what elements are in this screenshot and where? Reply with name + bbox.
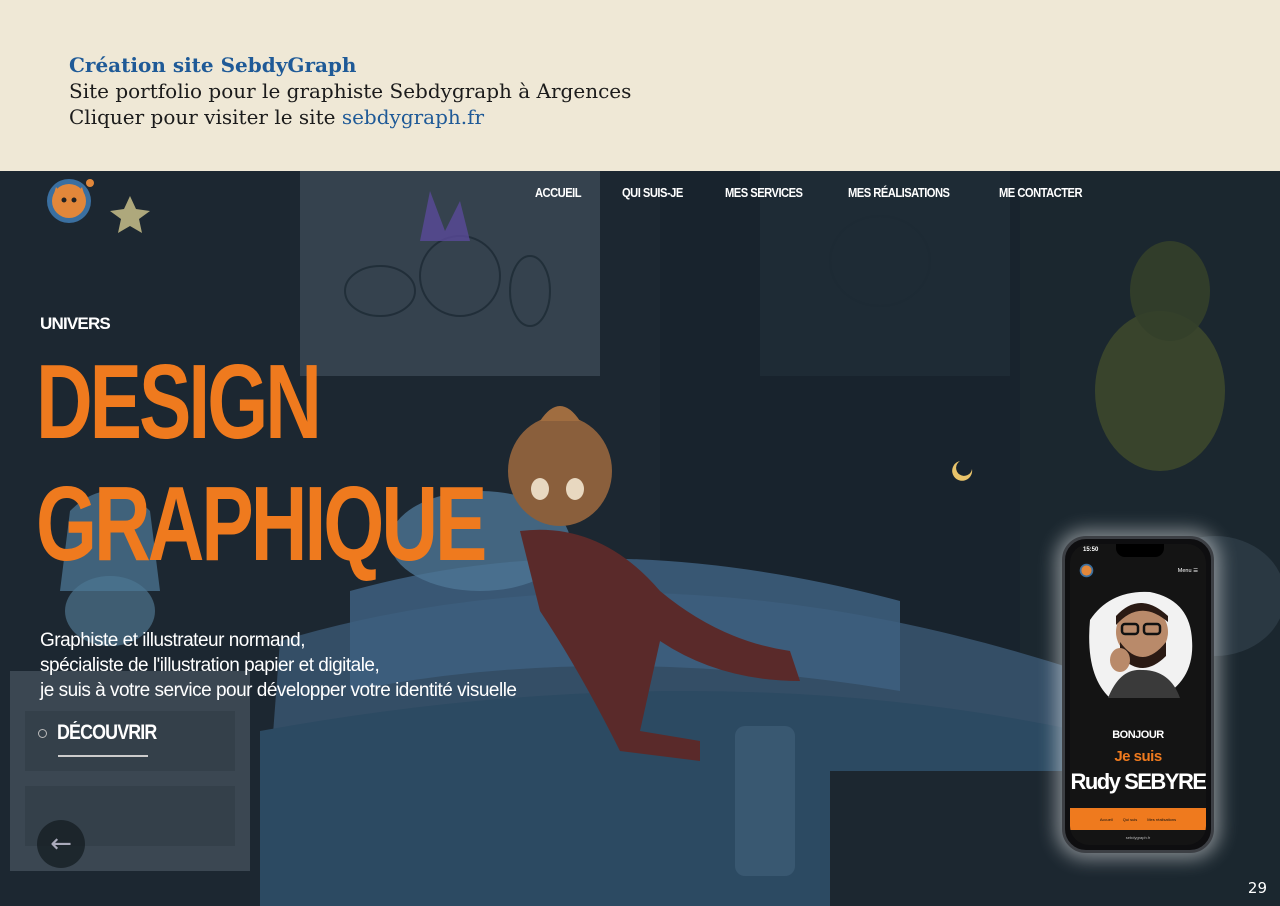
circle-icon [38, 728, 47, 738]
discover-button[interactable]: DÉCOUVRIR [38, 721, 174, 745]
hero-headline-graphique: GRAPHIQUE [36, 465, 487, 583]
phone-url: sebdygraph.fr [1125, 835, 1151, 840]
phone-notch [1116, 544, 1164, 557]
phone-nav-item[interactable]: Qui suis [1123, 817, 1137, 822]
description-line: Graphiste et illustrateur normand, [40, 630, 305, 651]
phone-menu-button[interactable]: Menu ☰ [1178, 568, 1198, 574]
site-link[interactable]: sebdygraph.fr [342, 105, 484, 129]
hero-eyebrow: UNIVERS [40, 314, 111, 333]
phone-screen: 15:50 Menu ☰ BONJOUR Je suis Rudy SEBYRE… [1070, 544, 1206, 845]
nav-mes-realisations[interactable]: MES RÉALISATIONS [848, 185, 950, 200]
hero-headline-design: DESIGN [36, 343, 322, 461]
phone-intro: Je suis [1114, 748, 1162, 765]
slide-caption: Création site SebdyGraph Site portfolio … [69, 52, 631, 130]
main-nav: ACCUEIL QUI SUIS-JE MES SERVICES MES RÉA… [535, 185, 1096, 200]
back-button[interactable]: ← [37, 820, 85, 868]
caption-subtitle: Site portfolio pour le graphiste Sebdygr… [69, 79, 632, 103]
arrow-left-icon: ← [50, 829, 72, 859]
phone-time: 15:50 [1083, 547, 1099, 553]
discover-underline [58, 755, 148, 757]
phone-logo [1079, 563, 1094, 578]
phone-nav-item[interactable]: Accueil [1100, 817, 1113, 822]
caption-visit-line: Cliquer pour visiter le site sebdygraph.… [69, 104, 631, 130]
nav-qui-suis-je[interactable]: QUI SUIS-JE [622, 185, 683, 200]
phone-name: Rudy SEBYRE [1070, 769, 1206, 794]
nav-mes-services[interactable]: MES SERVICES [725, 185, 803, 200]
phone-greeting: BONJOUR [1112, 729, 1164, 741]
nav-me-contacter[interactable]: ME CONTACTER [999, 185, 1083, 200]
sebdygraph-logo[interactable] [40, 173, 98, 225]
page-number: 29 [1247, 879, 1267, 897]
caption-visit-prefix: Cliquer pour visiter le site [69, 105, 342, 129]
nav-accueil[interactable]: ACCUEIL [535, 185, 582, 200]
phone-mockup: 15:50 Menu ☰ BONJOUR Je suis Rudy SEBYRE… [1062, 536, 1214, 853]
description-line: je suis à votre service pour développer … [40, 680, 517, 701]
caption-title: Création site SebdyGraph [69, 53, 357, 77]
caption-band: Création site SebdyGraph Site portfolio … [0, 0, 1280, 171]
description-line: spécialiste de l'illustration papier et … [40, 655, 380, 676]
hero-description: Graphiste et illustrateur normand, spéci… [40, 628, 517, 703]
portrait-illustration [1089, 591, 1193, 698]
discover-label: DÉCOUVRIR [57, 721, 157, 744]
phone-bottom-nav: Accueil Qui suis Mes réalisations [1070, 808, 1206, 830]
website-screenshot: ACCUEIL QUI SUIS-JE MES SERVICES MES RÉA… [0, 171, 1280, 906]
phone-nav-item[interactable]: Mes réalisations [1147, 817, 1176, 822]
